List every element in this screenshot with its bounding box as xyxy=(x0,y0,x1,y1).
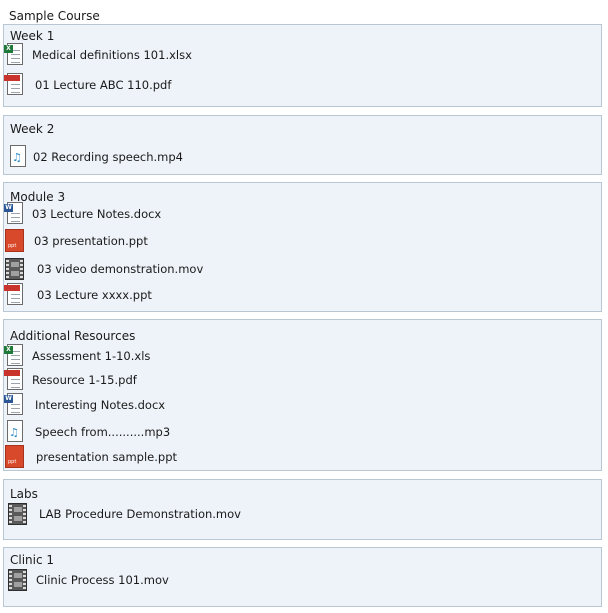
section-week-2: Week 2 ♫ 02 Recording speech.mp4 xyxy=(3,115,602,175)
file-item[interactable]: 01 Lecture ABC 110.pdf xyxy=(4,73,171,97)
file-name[interactable]: presentation sample.ppt xyxy=(36,450,177,464)
file-item[interactable]: 03 video demonstration.mov xyxy=(4,257,203,281)
file-name[interactable]: 03 video demonstration.mov xyxy=(37,262,203,276)
file-name[interactable]: 02 Recording speech.mp4 xyxy=(33,150,183,164)
file-name[interactable]: 03 Lecture Notes.docx xyxy=(32,207,161,221)
excel-icon: X xyxy=(4,344,26,368)
video-icon xyxy=(7,568,29,592)
section-title: Clinic 1 xyxy=(10,553,55,567)
audio-icon: ♫ xyxy=(7,145,29,169)
section-title: Week 2 xyxy=(10,122,55,136)
file-name[interactable]: Interesting Notes.docx xyxy=(35,398,165,412)
pdf-icon xyxy=(4,73,26,97)
file-item[interactable]: Resource 1-15.pdf xyxy=(4,368,137,392)
section-module-3: Module 3 W 03 Lecture Notes.docx ppt 03 … xyxy=(3,182,602,312)
file-item[interactable]: W Interesting Notes.docx xyxy=(4,393,165,417)
video-icon xyxy=(4,257,26,281)
file-item[interactable]: W 03 Lecture Notes.docx xyxy=(4,202,161,226)
file-item[interactable]: X Medical definitions 101.xlsx xyxy=(4,43,192,67)
file-name[interactable]: Clinic Process 101.mov xyxy=(36,573,169,587)
section-additional-resources: Additional Resources X Assessment 1-10.x… xyxy=(3,319,602,471)
file-name[interactable]: Assessment 1-10.xls xyxy=(32,349,150,363)
section-title: Week 1 xyxy=(10,29,55,43)
file-item[interactable]: ♫ Speech from..........mp3 xyxy=(4,420,170,444)
pdf-icon xyxy=(4,368,26,392)
file-item[interactable]: 03 Lecture xxxx.ppt xyxy=(4,283,152,307)
excel-icon: X xyxy=(4,43,26,67)
section-title: Labs xyxy=(10,487,38,501)
section-labs: Labs LAB Procedure Demonstration.mov xyxy=(3,479,602,540)
pdf-icon xyxy=(4,283,26,307)
file-name[interactable]: LAB Procedure Demonstration.mov xyxy=(39,507,241,521)
file-name[interactable]: 03 Lecture xxxx.ppt xyxy=(37,288,152,302)
video-icon xyxy=(7,502,29,526)
file-item[interactable]: ppt 03 presentation.ppt xyxy=(4,229,148,253)
file-item[interactable]: Clinic Process 101.mov xyxy=(7,568,169,592)
file-name[interactable]: Medical definitions 101.xlsx xyxy=(32,48,192,62)
section-week-1: Week 1 X Medical definitions 101.xlsx 01… xyxy=(3,24,602,107)
file-item[interactable]: X Assessment 1-10.xls xyxy=(4,344,150,368)
section-title: Additional Resources xyxy=(10,329,136,343)
section-clinic-1: Clinic 1 Clinic Process 101.mov xyxy=(3,547,602,607)
file-name[interactable]: Resource 1-15.pdf xyxy=(32,373,137,387)
file-item[interactable]: LAB Procedure Demonstration.mov xyxy=(7,502,241,526)
file-name[interactable]: 03 presentation.ppt xyxy=(34,234,148,248)
word-icon: W xyxy=(4,393,26,417)
file-item[interactable]: ♫ 02 Recording speech.mp4 xyxy=(7,145,183,169)
file-item[interactable]: ppt presentation sample.ppt xyxy=(4,445,177,469)
audio-icon: ♫ xyxy=(4,420,26,444)
course-title: Sample Course xyxy=(9,9,100,23)
powerpoint-icon: ppt xyxy=(4,229,26,253)
file-name[interactable]: Speech from..........mp3 xyxy=(35,425,170,439)
word-icon: W xyxy=(4,202,26,226)
powerpoint-icon: ppt xyxy=(4,445,26,469)
file-name[interactable]: 01 Lecture ABC 110.pdf xyxy=(35,78,171,92)
